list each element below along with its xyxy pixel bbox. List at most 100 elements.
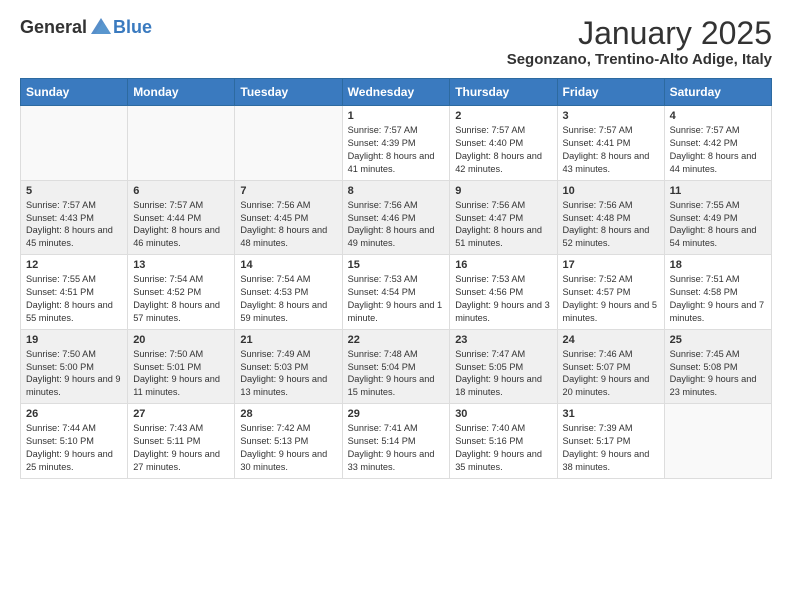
day-info: Sunrise: 7:41 AMSunset: 5:14 PMDaylight:… xyxy=(348,422,445,474)
daylight-text: Daylight: 8 hours and 57 minutes. xyxy=(133,300,220,323)
day-number: 14 xyxy=(240,259,336,271)
daylight-text: Daylight: 8 hours and 43 minutes. xyxy=(563,151,650,174)
daylight-text: Daylight: 8 hours and 49 minutes. xyxy=(348,225,435,248)
col-sunday: Sunday xyxy=(21,79,128,106)
sunrise-text: Sunrise: 7:40 AM xyxy=(455,423,525,433)
month-title: January 2025 xyxy=(507,16,772,51)
sunrise-text: Sunrise: 7:55 AM xyxy=(26,274,96,284)
table-row: 28Sunrise: 7:42 AMSunset: 5:13 PMDayligh… xyxy=(235,404,342,479)
daylight-text: Daylight: 8 hours and 41 minutes. xyxy=(348,151,435,174)
daylight-text: Daylight: 9 hours and 38 minutes. xyxy=(563,449,650,472)
logo-icon xyxy=(89,16,113,38)
day-number: 5 xyxy=(26,185,122,197)
sunset-text: Sunset: 4:42 PM xyxy=(670,138,738,148)
table-row: 6Sunrise: 7:57 AMSunset: 4:44 PMDaylight… xyxy=(128,180,235,255)
day-info: Sunrise: 7:56 AMSunset: 4:48 PMDaylight:… xyxy=(563,199,659,251)
table-row: 2Sunrise: 7:57 AMSunset: 4:40 PMDaylight… xyxy=(450,106,557,181)
sunset-text: Sunset: 4:56 PM xyxy=(455,287,523,297)
table-row: 19Sunrise: 7:50 AMSunset: 5:00 PMDayligh… xyxy=(21,329,128,404)
day-number: 12 xyxy=(26,259,122,271)
col-thursday: Thursday xyxy=(450,79,557,106)
day-info: Sunrise: 7:47 AMSunset: 5:05 PMDaylight:… xyxy=(455,348,551,400)
day-number: 3 xyxy=(563,110,659,122)
page: General Blue January 2025 Segonzano, Tre… xyxy=(0,0,792,489)
daylight-text: Daylight: 8 hours and 51 minutes. xyxy=(455,225,542,248)
sunrise-text: Sunrise: 7:57 AM xyxy=(563,125,633,135)
table-row: 13Sunrise: 7:54 AMSunset: 4:52 PMDayligh… xyxy=(128,255,235,330)
daylight-text: Daylight: 9 hours and 27 minutes. xyxy=(133,449,220,472)
table-row: 11Sunrise: 7:55 AMSunset: 4:49 PMDayligh… xyxy=(664,180,771,255)
daylight-text: Daylight: 9 hours and 25 minutes. xyxy=(26,449,113,472)
day-number: 22 xyxy=(348,334,445,346)
table-row: 27Sunrise: 7:43 AMSunset: 5:11 PMDayligh… xyxy=(128,404,235,479)
day-number: 8 xyxy=(348,185,445,197)
sunrise-text: Sunrise: 7:52 AM xyxy=(563,274,633,284)
day-info: Sunrise: 7:50 AMSunset: 5:01 PMDaylight:… xyxy=(133,348,229,400)
day-number: 4 xyxy=(670,110,766,122)
day-info: Sunrise: 7:44 AMSunset: 5:10 PMDaylight:… xyxy=(26,422,122,474)
sunrise-text: Sunrise: 7:41 AM xyxy=(348,423,418,433)
day-info: Sunrise: 7:57 AM Sunset: 4:41 PM Daylight:… xyxy=(563,124,659,176)
table-row: 15Sunrise: 7:53 AMSunset: 4:54 PMDayligh… xyxy=(342,255,450,330)
sunset-text: Sunset: 4:46 PM xyxy=(348,213,416,223)
table-row xyxy=(128,106,235,181)
daylight-text: Daylight: 8 hours and 48 minutes. xyxy=(240,225,327,248)
sunrise-text: Sunrise: 7:50 AM xyxy=(26,349,96,359)
day-number: 19 xyxy=(26,334,122,346)
sunrise-text: Sunrise: 7:56 AM xyxy=(240,200,310,210)
daylight-text: Daylight: 9 hours and 33 minutes. xyxy=(348,449,435,472)
table-row: 18 Sunrise: 7:51 AMSunset: 4:58 PMDayligh… xyxy=(664,255,771,330)
day-number: 30 xyxy=(455,408,551,420)
day-info: Sunrise: 7:39 AMSunset: 5:17 PMDaylight:… xyxy=(563,422,659,474)
col-wednesday: Wednesday xyxy=(342,79,450,106)
sunset-text: Sunset: 4:51 PM xyxy=(26,287,94,297)
sunset-text: Sunset: 4:53 PM xyxy=(240,287,308,297)
location-title: Segonzano, Trentino-Alto Adige, Italy xyxy=(507,51,772,68)
sunrise-text: Sunrise: 7:57 AM xyxy=(133,200,203,210)
sunset-text: Sunset: 5:04 PM xyxy=(348,362,416,372)
sunset-text: Sunset: 5:07 PM xyxy=(563,362,631,372)
daylight-text: Daylight: 9 hours and 30 minutes. xyxy=(240,449,327,472)
table-row: 23Sunrise: 7:47 AMSunset: 5:05 PMDayligh… xyxy=(450,329,557,404)
sunset-text: Sunset: 4:41 PM xyxy=(563,138,631,148)
table-row: 1Sunrise: 7:57 AMSunset: 4:39 PMDaylight… xyxy=(342,106,450,181)
sunrise-text: Sunrise: 7:53 AM xyxy=(455,274,525,284)
day-info: Sunrise: 7:48 AMSunset: 5:04 PMDaylight:… xyxy=(348,348,445,400)
sunrise-text: Sunrise: 7:51 AM xyxy=(670,274,740,284)
day-info: Sunrise: 7:57 AMSunset: 4:43 PMDaylight:… xyxy=(26,199,122,251)
col-tuesday: Tuesday xyxy=(235,79,342,106)
day-number: 26 xyxy=(26,408,122,420)
day-number: 9 xyxy=(455,185,551,197)
day-number: 10 xyxy=(563,185,659,197)
day-info: Sunrise: 7:42 AMSunset: 5:13 PMDaylight:… xyxy=(240,422,336,474)
table-row: 7Sunrise: 7:56 AMSunset: 4:45 PMDaylight… xyxy=(235,180,342,255)
day-number: 13 xyxy=(133,259,229,271)
sunrise-text: Sunrise: 7:45 AM xyxy=(670,349,740,359)
sunset-text: Sunset: 4:40 PM xyxy=(455,138,523,148)
sunset-text: Sunset: 5:03 PM xyxy=(240,362,308,372)
table-row: 10 Sunrise: 7:56 AMSunset: 4:48 PMDayligh… xyxy=(557,180,664,255)
day-number: 18 xyxy=(670,259,766,271)
sunset-text: Sunset: 5:11 PM xyxy=(133,436,200,446)
sunset-text: Sunset: 4:47 PM xyxy=(455,213,523,223)
daylight-text: Daylight: 9 hours and 15 minutes. xyxy=(348,374,435,397)
table-row: 21Sunrise: 7:49 AMSunset: 5:03 PMDayligh… xyxy=(235,329,342,404)
table-row: 30 Sunrise: 7:40 AMSunset: 5:16 PMDayligh… xyxy=(450,404,557,479)
sunrise-text: Sunrise: 7:53 AM xyxy=(348,274,418,284)
table-row: 25Sunrise: 7:45 AMSunset: 5:08 PMDayligh… xyxy=(664,329,771,404)
daylight-text: Daylight: 8 hours and 42 minutes. xyxy=(455,151,542,174)
day-info: Sunrise: 7:51 AMSunset: 4:58 PMDaylight:… xyxy=(670,273,766,325)
daylight-text: Daylight: 8 hours and 46 minutes. xyxy=(133,225,220,248)
day-number: 24 xyxy=(563,334,659,346)
sunset-text: Sunset: 4:44 PM xyxy=(133,213,201,223)
daylight-text: Daylight: 9 hours and 35 minutes. xyxy=(455,449,542,472)
day-info: Sunrise: 7:40 AMSunset: 5:16 PMDaylight:… xyxy=(455,422,551,474)
sunrise-text: Sunrise: 7:42 AM xyxy=(240,423,310,433)
day-info: Sunrise: 7:46 AMSunset: 5:07 PMDaylight:… xyxy=(563,348,659,400)
table-row: 8Sunrise: 7:56 AMSunset: 4:46 PMDaylight… xyxy=(342,180,450,255)
daylight-text: Daylight: 8 hours and 59 minutes. xyxy=(240,300,327,323)
header: General Blue January 2025 Segonzano, Tre… xyxy=(20,16,772,68)
col-friday: Friday xyxy=(557,79,664,106)
table-row: 12Sunrise: 7:55 AMSunset: 4:51 PMDayligh… xyxy=(21,255,128,330)
table-row: 14Sunrise: 7:54 AMSunset: 4:53 PMDayligh… xyxy=(235,255,342,330)
